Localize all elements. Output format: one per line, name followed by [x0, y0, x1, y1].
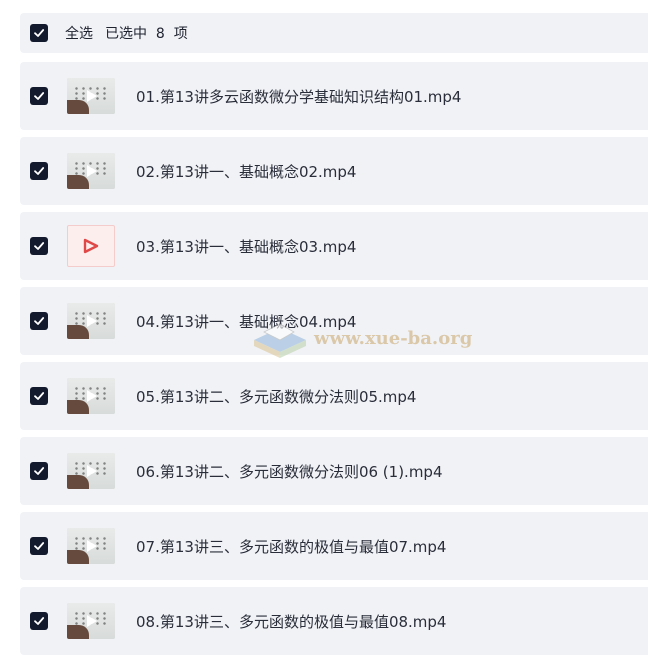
video-thumbnail[interactable]: [67, 528, 115, 564]
play-icon: [87, 165, 97, 177]
play-icon: [87, 90, 97, 102]
file-name[interactable]: 07.第13讲三、多元函数的极值与最值07.mp4: [136, 536, 446, 557]
file-checkbox[interactable]: [30, 537, 48, 555]
file-row[interactable]: 03.第13讲一、基础概念03.mp4: [20, 212, 648, 280]
watermark-url: www.xue-ba.org: [314, 327, 473, 349]
file-checkbox[interactable]: [30, 387, 48, 405]
play-icon: [87, 315, 97, 327]
check-icon: [34, 29, 45, 37]
file-checkbox[interactable]: [30, 162, 48, 180]
select-all-bar: 全选 已选中 8 项: [20, 13, 648, 53]
file-checkbox[interactable]: [30, 237, 48, 255]
video-thumbnail[interactable]: [67, 378, 115, 414]
file-checkbox[interactable]: [30, 462, 48, 480]
video-thumbnail[interactable]: [67, 603, 115, 639]
file-row[interactable]: 02.第13讲一、基础概念02.mp4: [20, 137, 648, 205]
file-name[interactable]: 08.第13讲三、多元函数的极值与最值08.mp4: [136, 611, 446, 632]
file-row[interactable]: 06.第13讲二、多元函数微分法则06 (1).mp4: [20, 437, 648, 505]
video-thumbnail[interactable]: [67, 453, 115, 489]
play-icon: [87, 540, 97, 552]
check-icon: [34, 542, 45, 550]
play-icon: [87, 465, 97, 477]
play-icon: [87, 615, 97, 627]
file-name[interactable]: 01.第13讲多云函数微分学基础知识结构01.mp4: [136, 86, 461, 107]
play-icon: [87, 390, 97, 402]
video-file-icon[interactable]: [67, 225, 115, 267]
file-checkbox[interactable]: [30, 612, 48, 630]
check-icon: [34, 392, 45, 400]
check-icon: [34, 92, 45, 100]
check-icon: [34, 167, 45, 175]
file-row[interactable]: 07.第13讲三、多元函数的极值与最值07.mp4: [20, 512, 648, 580]
file-row[interactable]: 05.第13讲二、多元函数微分法则05.mp4: [20, 362, 648, 430]
select-all-checkbox[interactable]: [30, 24, 48, 42]
select-all-label[interactable]: 全选: [65, 23, 93, 43]
check-icon: [34, 317, 45, 325]
check-icon: [34, 467, 45, 475]
file-name[interactable]: 05.第13讲二、多元函数微分法则05.mp4: [136, 386, 416, 407]
file-name[interactable]: 06.第13讲二、多元函数微分法则06 (1).mp4: [136, 461, 443, 482]
file-checkbox[interactable]: [30, 87, 48, 105]
video-thumbnail[interactable]: [67, 153, 115, 189]
file-row[interactable]: 08.第13讲三、多元函数的极值与最值08.mp4: [20, 587, 648, 655]
check-icon: [34, 242, 45, 250]
watermark-logo-icon: [250, 318, 308, 358]
video-thumbnail[interactable]: [67, 78, 115, 114]
selected-count: 已选中 8 项: [105, 26, 188, 42]
file-name[interactable]: 02.第13讲一、基础概念02.mp4: [136, 161, 356, 182]
video-thumbnail[interactable]: [67, 303, 115, 339]
check-icon: [34, 617, 45, 625]
file-checkbox[interactable]: [30, 312, 48, 330]
watermark: www.xue-ba.org: [250, 318, 472, 358]
file-name[interactable]: 03.第13讲一、基础概念03.mp4: [136, 236, 356, 257]
file-row[interactable]: 01.第13讲多云函数微分学基础知识结构01.mp4: [20, 62, 648, 130]
